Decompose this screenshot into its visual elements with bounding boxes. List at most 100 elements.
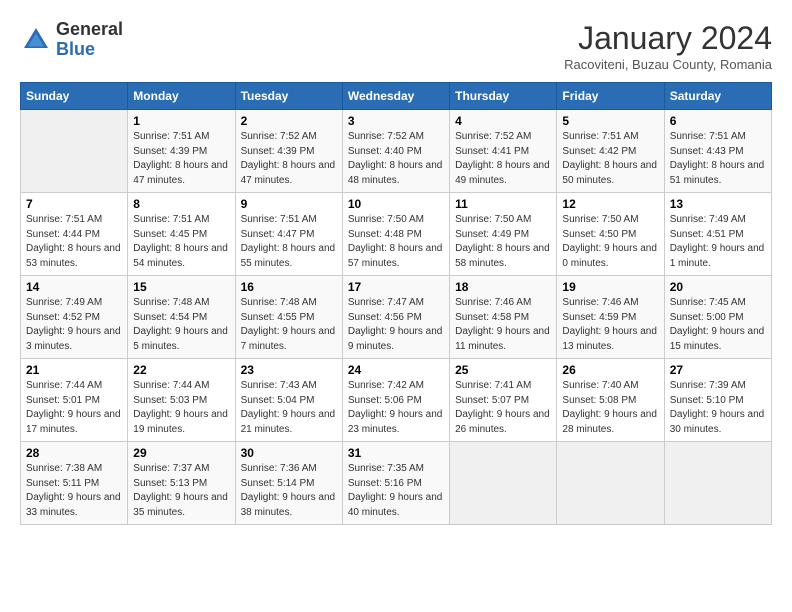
day-info: Sunrise: 7:50 AMSunset: 4:50 PMDaylight:… <box>562 213 658 271</box>
day-info: Sunrise: 7:48 AMSunset: 4:54 PMDaylight:… <box>133 296 229 354</box>
day-info: Sunrise: 7:51 AMSunset: 4:44 PMDaylight:… <box>26 213 122 271</box>
calendar-cell <box>557 442 664 525</box>
day-info: Sunrise: 7:50 AMSunset: 4:49 PMDaylight:… <box>455 213 551 271</box>
header-row: SundayMondayTuesdayWednesdayThursdayFrid… <box>21 83 772 110</box>
header-day: Monday <box>128 83 235 110</box>
day-number: 14 <box>26 280 122 294</box>
day-info: Sunrise: 7:47 AMSunset: 4:56 PMDaylight:… <box>348 296 444 354</box>
day-info: Sunrise: 7:42 AMSunset: 5:06 PMDaylight:… <box>348 379 444 437</box>
day-info: Sunrise: 7:41 AMSunset: 5:07 PMDaylight:… <box>455 379 551 437</box>
calendar-cell: 8Sunrise: 7:51 AMSunset: 4:45 PMDaylight… <box>128 193 235 276</box>
day-info: Sunrise: 7:35 AMSunset: 5:16 PMDaylight:… <box>348 462 444 520</box>
day-number: 4 <box>455 114 551 128</box>
day-number: 29 <box>133 446 229 460</box>
calendar-cell: 2Sunrise: 7:52 AMSunset: 4:39 PMDaylight… <box>235 110 342 193</box>
calendar-cell: 12 Sunrise: 7:50 AMSunset: 4:50 PMDayligh… <box>557 193 664 276</box>
logo-icon <box>20 24 52 56</box>
logo-general: General <box>56 20 123 40</box>
day-info: Sunrise: 7:40 AMSunset: 5:08 PMDaylight:… <box>562 379 658 437</box>
day-number: 3 <box>348 114 444 128</box>
day-info: Sunrise: 7:37 AMSunset: 5:13 PMDaylight:… <box>133 462 229 520</box>
calendar-cell: 6Sunrise: 7:51 AMSunset: 4:43 PMDaylight… <box>664 110 771 193</box>
day-number: 9 <box>241 197 337 211</box>
day-number: 28 <box>26 446 122 460</box>
day-info: Sunrise: 7:48 AMSunset: 4:55 PMDaylight:… <box>241 296 337 354</box>
header-day: Friday <box>557 83 664 110</box>
calendar-cell: 15 Sunrise: 7:48 AMSunset: 4:54 PMDayligh… <box>128 276 235 359</box>
calendar-cell: 16 Sunrise: 7:48 AMSunset: 4:55 PMDayligh… <box>235 276 342 359</box>
day-number: 20 <box>670 280 766 294</box>
day-number: 18 <box>455 280 551 294</box>
calendar-cell: 18 Sunrise: 7:46 AMSunset: 4:58 PMDayligh… <box>450 276 557 359</box>
day-number: 19 <box>562 280 658 294</box>
day-info: Sunrise: 7:46 AMSunset: 4:59 PMDaylight:… <box>562 296 658 354</box>
day-number: 7 <box>26 197 122 211</box>
day-info: Sunrise: 7:51 AMSunset: 4:47 PMDaylight:… <box>241 213 337 271</box>
calendar-week-row: 21 Sunrise: 7:44 AMSunset: 5:01 PMDayligh… <box>21 359 772 442</box>
day-number: 16 <box>241 280 337 294</box>
day-number: 12 <box>562 197 658 211</box>
day-info: Sunrise: 7:52 AMSunset: 4:40 PMDaylight:… <box>348 130 444 188</box>
day-number: 21 <box>26 363 122 377</box>
calendar-week-row: 7 Sunrise: 7:51 AMSunset: 4:44 PMDaylight… <box>21 193 772 276</box>
day-number: 13 <box>670 197 766 211</box>
day-info: Sunrise: 7:46 AMSunset: 4:58 PMDaylight:… <box>455 296 551 354</box>
calendar-table: SundayMondayTuesdayWednesdayThursdayFrid… <box>20 82 772 525</box>
day-info: Sunrise: 7:51 AMSunset: 4:42 PMDaylight:… <box>562 130 658 188</box>
day-number: 8 <box>133 197 229 211</box>
day-number: 10 <box>348 197 444 211</box>
day-number: 2 <box>241 114 337 128</box>
month-year: January 2024 <box>564 20 772 57</box>
calendar-week-row: 28 Sunrise: 7:38 AMSunset: 5:11 PMDayligh… <box>21 442 772 525</box>
calendar-cell: 29 Sunrise: 7:37 AMSunset: 5:13 PMDayligh… <box>128 442 235 525</box>
logo-blue: Blue <box>56 40 123 60</box>
calendar-cell: 24 Sunrise: 7:42 AMSunset: 5:06 PMDayligh… <box>342 359 449 442</box>
calendar-cell: 22Sunrise: 7:44 AMSunset: 5:03 PMDayligh… <box>128 359 235 442</box>
day-number: 23 <box>241 363 337 377</box>
day-number: 24 <box>348 363 444 377</box>
day-number: 30 <box>241 446 337 460</box>
calendar-cell <box>21 110 128 193</box>
calendar-cell <box>450 442 557 525</box>
day-number: 31 <box>348 446 444 460</box>
calendar-cell: 11 Sunrise: 7:50 AMSunset: 4:49 PMDayligh… <box>450 193 557 276</box>
day-number: 26 <box>562 363 658 377</box>
day-info: Sunrise: 7:45 AMSunset: 5:00 PMDaylight:… <box>670 296 766 354</box>
header-day: Wednesday <box>342 83 449 110</box>
calendar-cell: 1Sunrise: 7:51 AMSunset: 4:39 PMDaylight… <box>128 110 235 193</box>
calendar-cell: 25Sunrise: 7:41 AMSunset: 5:07 PMDayligh… <box>450 359 557 442</box>
calendar-cell: 21 Sunrise: 7:44 AMSunset: 5:01 PMDayligh… <box>21 359 128 442</box>
calendar-header: SundayMondayTuesdayWednesdayThursdayFrid… <box>21 83 772 110</box>
calendar-cell: 13Sunrise: 7:49 AMSunset: 4:51 PMDayligh… <box>664 193 771 276</box>
day-info: Sunrise: 7:49 AMSunset: 4:52 PMDaylight:… <box>26 296 122 354</box>
calendar-cell: 26 Sunrise: 7:40 AMSunset: 5:08 PMDayligh… <box>557 359 664 442</box>
day-info: Sunrise: 7:43 AMSunset: 5:04 PMDaylight:… <box>241 379 337 437</box>
calendar-cell: 30 Sunrise: 7:36 AMSunset: 5:14 PMDayligh… <box>235 442 342 525</box>
day-number: 15 <box>133 280 229 294</box>
title-block: January 2024 Racoviteni, Buzau County, R… <box>564 20 772 72</box>
logo-text: General Blue <box>56 20 123 60</box>
header-day: Sunday <box>21 83 128 110</box>
header-day: Thursday <box>450 83 557 110</box>
calendar-week-row: 14 Sunrise: 7:49 AMSunset: 4:52 PMDayligh… <box>21 276 772 359</box>
day-info: Sunrise: 7:51 AMSunset: 4:43 PMDaylight:… <box>670 130 766 188</box>
day-number: 11 <box>455 197 551 211</box>
day-info: Sunrise: 7:51 AMSunset: 4:39 PMDaylight:… <box>133 130 229 188</box>
calendar-cell: 20 Sunrise: 7:45 AMSunset: 5:00 PMDayligh… <box>664 276 771 359</box>
calendar-cell: 28 Sunrise: 7:38 AMSunset: 5:11 PMDayligh… <box>21 442 128 525</box>
calendar-cell: 10Sunrise: 7:50 AMSunset: 4:48 PMDayligh… <box>342 193 449 276</box>
location: Racoviteni, Buzau County, Romania <box>564 57 772 72</box>
day-info: Sunrise: 7:36 AMSunset: 5:14 PMDaylight:… <box>241 462 337 520</box>
calendar-cell: 9 Sunrise: 7:51 AMSunset: 4:47 PMDaylight… <box>235 193 342 276</box>
day-info: Sunrise: 7:38 AMSunset: 5:11 PMDaylight:… <box>26 462 122 520</box>
calendar-cell: 31 Sunrise: 7:35 AMSunset: 5:16 PMDayligh… <box>342 442 449 525</box>
calendar-body: 1Sunrise: 7:51 AMSunset: 4:39 PMDaylight… <box>21 110 772 525</box>
calendar-cell: 23 Sunrise: 7:43 AMSunset: 5:04 PMDayligh… <box>235 359 342 442</box>
day-number: 22 <box>133 363 229 377</box>
day-info: Sunrise: 7:39 AMSunset: 5:10 PMDaylight:… <box>670 379 766 437</box>
day-number: 27 <box>670 363 766 377</box>
day-info: Sunrise: 7:44 AMSunset: 5:01 PMDaylight:… <box>26 379 122 437</box>
calendar-cell: 19 Sunrise: 7:46 AMSunset: 4:59 PMDayligh… <box>557 276 664 359</box>
logo: General Blue <box>20 20 123 60</box>
calendar-cell: 27 Sunrise: 7:39 AMSunset: 5:10 PMDayligh… <box>664 359 771 442</box>
